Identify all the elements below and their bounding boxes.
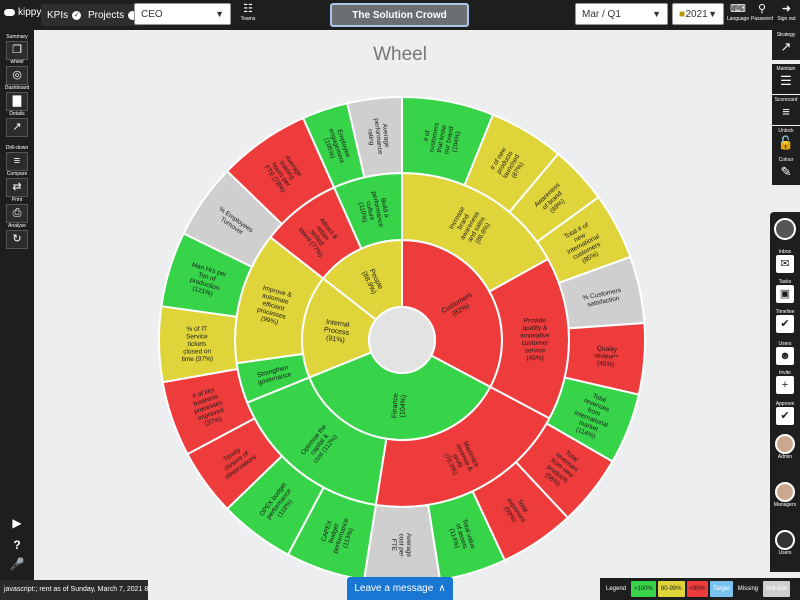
legend-chip-missing: Missing xyxy=(734,581,762,597)
wheel-center xyxy=(368,306,436,374)
legend-chip--100-: >100% xyxy=(631,581,656,597)
legend-chip-not-due: Not due xyxy=(763,581,791,597)
leave-message-button[interactable]: Leave a message ∧ xyxy=(347,577,453,600)
inner-segment-label: Finance(104%) xyxy=(391,393,407,419)
legend-title: Legend xyxy=(606,586,627,592)
legend-chip-80-99-: 80-99% xyxy=(657,581,685,597)
legend: Legend >100% 80-99% <80% Target Missing Not d… xyxy=(600,578,800,600)
legend-chip-target: Target xyxy=(710,581,733,597)
wheel-chart: Customers(82%)Finance(104%)InternalProce… xyxy=(158,95,646,584)
legend-chip--80-: <80% xyxy=(686,581,709,597)
status-bar: javascript:; rent as of Sunday, March 7,… xyxy=(0,580,148,600)
chevron-up-icon: ∧ xyxy=(438,583,446,594)
